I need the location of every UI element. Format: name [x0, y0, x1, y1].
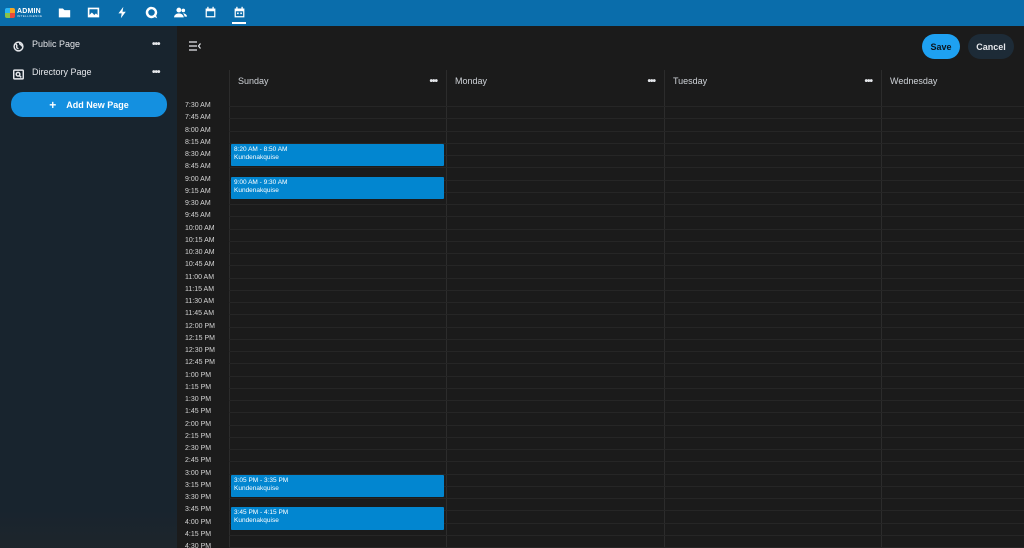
cancel-button[interactable]: Cancel: [968, 34, 1014, 59]
folder-icon[interactable]: [56, 4, 72, 20]
time-slot-label: 4:30 PM: [185, 543, 212, 548]
day-header-tuesday: Tuesday •••: [665, 70, 882, 92]
time-slot-label: 11:15 AM: [185, 285, 215, 293]
time-slot-label: 4:15 PM: [185, 530, 212, 538]
more-options-icon[interactable]: •••: [864, 76, 872, 87]
event-title: Kundenakquise: [234, 153, 279, 161]
more-options-icon[interactable]: •••: [429, 76, 437, 87]
save-button[interactable]: Save: [922, 34, 960, 59]
globe-icon: [13, 39, 24, 52]
sidebar-item-label: Directory Page: [32, 67, 92, 77]
event-time: 9:00 AM - 9:30 AM: [234, 178, 288, 186]
image-icon[interactable]: [85, 4, 101, 20]
day-name: Monday: [455, 76, 488, 86]
top-navigation-bar: ADMIN INTELLIGENCE: [0, 0, 1024, 26]
plus-icon: +: [49, 97, 57, 112]
calendar-main: Save Cancel Sunday ••• Monday ••• Tuesda…: [177, 26, 1024, 548]
time-slot-label: 9:30 AM: [185, 200, 211, 207]
time-slot-label: 2:30 PM: [185, 445, 212, 452]
collapse-sidebar-icon[interactable]: [189, 38, 201, 51]
day-header-sunday: Sunday •••: [230, 70, 447, 92]
bolt-icon[interactable]: [114, 4, 130, 20]
time-grid[interactable]: 7:30 AM 7:45 AM 8:00 AM 8:15 AM 8:30 AM 8:45 …: [177, 70, 1024, 548]
time-slot-label: 11:00 AM: [185, 273, 215, 281]
time-slot-label: 2:15 PM: [185, 432, 212, 440]
time-slot-label: 1:30 PM: [185, 396, 212, 403]
time-slot-label: 12:45 PM: [185, 359, 215, 367]
sidebar-item-public-page[interactable]: Public Page •••: [0, 33, 177, 55]
event-title: Kundenakquise: [234, 484, 279, 492]
directory-search-icon: [13, 67, 24, 80]
time-slot-label: 1:00 PM: [185, 371, 212, 379]
app-logo[interactable]: ADMIN INTELLIGENCE: [5, 3, 45, 23]
time-slot-label: 9:15 AM: [185, 187, 211, 195]
time-slot-label: 7:45 AM: [185, 114, 211, 122]
time-slot-label: 4:00 PM: [185, 518, 212, 526]
more-options-icon[interactable]: •••: [647, 76, 655, 87]
time-slot-label: 8:00 AM: [185, 126, 211, 134]
event-time: 3:45 PM - 4:15 PM: [234, 509, 289, 517]
time-slot-label: 3:30 PM: [185, 494, 212, 501]
calendar-event[interactable]: 3:45 PM - 4:15 PM Kundenakquise: [231, 507, 444, 530]
event-time: 8:20 AM - 8:50 AM: [234, 145, 288, 153]
time-slot-label: 3:15 PM: [185, 481, 212, 489]
day-header-monday: Monday •••: [447, 70, 665, 92]
time-slot-label: 2:00 PM: [185, 420, 212, 428]
calendar-active-icon[interactable]: [231, 4, 247, 24]
more-options-icon[interactable]: •••: [152, 39, 160, 50]
sidebar-item-label: Public Page: [32, 39, 81, 49]
logo-subtitle: INTELLIGENCE: [17, 14, 43, 18]
time-slot-label: 11:45 AM: [185, 310, 215, 318]
time-slot-label: 10:00 AM: [185, 224, 215, 232]
chat-icon[interactable]: [143, 4, 159, 20]
users-icon[interactable]: [172, 4, 188, 20]
time-slot-label: 10:15 AM: [185, 236, 215, 244]
calendar-icon[interactable]: [202, 4, 218, 20]
time-slot-label: 7:30 AM: [185, 102, 211, 109]
calendar-event[interactable]: 8:20 AM - 8:50 AM Kundenakquise: [231, 143, 444, 167]
time-slot-label: 12:15 PM: [185, 334, 215, 342]
time-slot-label: 12:30 PM: [185, 347, 215, 354]
day-name: Wednesday: [890, 76, 938, 86]
day-name: Tuesday: [673, 76, 708, 86]
time-slot-label: 10:45 AM: [185, 261, 215, 269]
time-slot-label: 3:45 PM: [185, 506, 212, 514]
event-title: Kundenakquise: [234, 517, 279, 525]
add-new-page-label: Add New Page: [66, 99, 129, 110]
more-options-icon[interactable]: •••: [152, 67, 160, 78]
time-slot-label: 11:30 AM: [185, 298, 215, 305]
time-slot-label: 10:30 AM: [185, 249, 215, 256]
calendar-event[interactable]: 9:00 AM - 9:30 AM Kundenakquise: [231, 176, 444, 199]
time-slot-label: 8:15 AM: [185, 138, 211, 146]
day-header-wednesday: Wednesday: [882, 70, 1024, 92]
sidebar-item-directory-page[interactable]: Directory Page •••: [0, 61, 177, 83]
time-slot-label: 3:00 PM: [185, 469, 212, 477]
time-slot-label: 8:45 AM: [185, 163, 211, 171]
time-slot-label: 8:30 AM: [185, 151, 211, 158]
time-slot-label: 9:00 AM: [185, 175, 211, 183]
time-slot-label: 1:45 PM: [185, 408, 212, 416]
add-new-page-button[interactable]: + Add New Page: [11, 92, 167, 117]
calendar-event[interactable]: 3:05 PM - 3:35 PM Kundenakquise: [231, 474, 444, 498]
event-title: Kundenakquise: [234, 186, 279, 194]
event-time: 3:05 PM - 3:35 PM: [234, 476, 289, 484]
day-name: Sunday: [238, 76, 269, 86]
pages-sidebar: Public Page ••• Directory Page ••• + Add…: [0, 26, 177, 548]
time-slot-label: 2:45 PM: [185, 457, 212, 465]
time-slot-label: 1:15 PM: [185, 383, 212, 391]
logo-mark-icon: [5, 8, 15, 18]
time-slot-label: 12:00 PM: [185, 322, 215, 330]
time-slot-label: 9:45 AM: [185, 212, 211, 220]
